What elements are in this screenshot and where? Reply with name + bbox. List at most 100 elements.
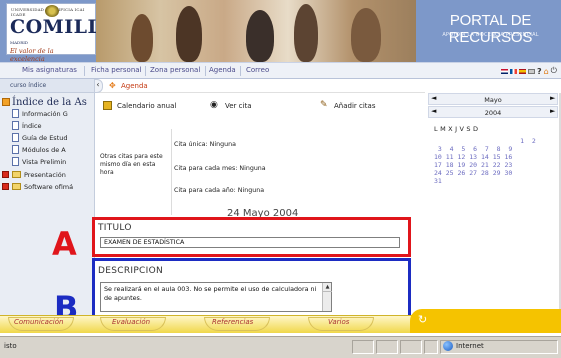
agenda-tab-label[interactable]: Agenda [121,82,148,90]
annotation-letter-a: A [52,225,77,263]
varios-tab[interactable]: Varios [328,318,349,326]
header-photo [96,0,416,62]
logo-slogan-line2: excelencia [10,55,45,62]
nav-icon-group: ? ⌂ ⏻ [500,66,557,76]
status-cell [424,340,438,354]
referencias-tab[interactable]: Referencias [212,318,253,326]
index-folder-icon [2,98,10,106]
tree-header-label[interactable]: curso índice [10,82,46,89]
cita-mes: Cita para cada mes: Ninguna [174,165,266,172]
calendar-year-header: ◄ 2004 ► [428,106,558,118]
university-logo[interactable]: UNIVERSIDAD PONTIFICIA ICAI ICADE COMILL… [6,3,130,62]
nav-separator [145,66,146,76]
nav-separator [205,66,206,76]
portal-title: PORTAL DE RECURSOS [448,12,533,46]
document-icon [12,121,19,130]
english-flag-icon[interactable] [500,68,508,74]
logo-slogan: MADRID El valor de la excelencia [10,38,54,62]
logo-slogan-line1: El valor de la [10,47,54,55]
nav-separator [84,66,85,76]
tree-item-label: Vista Prelimin [22,158,67,166]
folder-icon [12,171,21,178]
ver-cita-link[interactable]: Ver cita [225,102,251,110]
calendar-month: Mayo [484,96,502,104]
tree-item[interactable]: Vista Prelimin [0,157,94,167]
logo-city: MADRID [10,40,28,45]
calendar-weekdays: L M X J V S D [434,125,479,133]
annotation-box-b [92,258,411,321]
document-icon [12,109,19,118]
calendar-week-row[interactable]: 17 18 19 20 21 22 23 [434,161,512,169]
nav-correo[interactable]: Correo [246,66,269,74]
eye-icon[interactable]: ◉ [210,101,219,110]
calendar-week-row[interactable]: 24 25 26 27 28 29 30 [434,169,512,177]
divider [171,129,172,215]
tree-item[interactable]: Índice [0,121,94,131]
browser-status-bar: isto Internet [0,336,561,358]
calendario-anual-link[interactable]: Calendario anual [117,102,176,110]
collapse-arrow-icon[interactable]: ‹ [95,79,103,93]
document-icon [12,133,19,142]
calendar-week-row[interactable]: 10 11 12 13 14 15 16 [434,153,512,161]
next-year-icon[interactable]: ► [550,107,555,115]
french-flag-icon[interactable] [509,68,517,74]
calendar-week-row[interactable]: 3 4 5 6 7 8 9 [434,145,512,153]
tree-item-label: Índice [22,122,42,130]
next-month-icon[interactable]: ► [550,94,555,102]
expand-icon[interactable] [2,171,9,178]
tree-heading[interactable]: Índice de la As [12,97,87,108]
tree-header: curso índice [0,79,94,93]
comunicacion-tab[interactable]: Comunicación [14,318,63,326]
status-text: isto [4,342,17,350]
internet-globe-icon [443,341,453,351]
bottom-yellow-panel [410,309,561,333]
tree-item-label: Software ofimá [24,183,74,191]
cita-anio: Cita para cada año: Ninguna [174,187,265,194]
tree-item-label: Presentación [24,171,66,179]
status-cell [376,340,398,354]
mini-calendar: ◄ Mayo ► ◄ 2004 ► L M X J V S D 1 2 3 4 … [428,93,561,315]
nav-mis-asignaturas[interactable]: Mis asignaturas [22,66,77,74]
tree-item[interactable]: Presentación [0,170,94,180]
refresh-icon[interactable]: ↻ [418,313,427,326]
security-zone: Internet [456,342,484,350]
home-icon[interactable]: ⌂ [544,67,549,76]
nav-ficha-personal[interactable]: Ficha personal [91,66,142,74]
portal-subtitle: APOYO A LA DOCENCIA PRESENCIAL [442,32,539,38]
otras-citas-label: Otras citas para este mismo día en esta … [100,153,163,176]
agenda-icon: ✥ [109,81,116,90]
tree-item-label: Información G [22,110,68,118]
calendar-icon[interactable] [103,101,112,110]
agenda-tab: ‹ ✥ Agenda [95,79,425,93]
document-icon [12,157,19,166]
status-cell [352,340,374,354]
tree-item[interactable]: Información G [0,109,94,119]
nav-zona-personal[interactable]: Zona personal [150,66,200,74]
grid-icon[interactable] [527,68,535,74]
tree-item-label: Guía de Estud [22,134,68,142]
cita-unica: Cita única: Ninguna [174,141,236,148]
course-index-tree: curso índice Índice de la As Información… [0,79,95,315]
tree-item-label: Módulos de A [22,146,66,154]
calendar-month-header: ◄ Mayo ► [428,93,558,105]
nav-separator [240,66,241,76]
folder-icon [12,183,21,190]
help-icon[interactable]: ? [537,67,542,76]
status-cell [400,340,422,354]
tree-item[interactable]: Guía de Estud [0,133,94,143]
calendar-year: 2004 [484,109,502,117]
spanish-flag-icon[interactable] [518,68,526,74]
evaluacion-tab[interactable]: Evaluación [112,318,150,326]
anadir-citas-link[interactable]: Añadir citas [334,102,375,110]
expand-icon[interactable] [2,183,9,190]
tree-item[interactable]: Módulos de A [0,145,94,155]
main-nav: Mis asignaturas Ficha personal Zona pers… [0,62,561,79]
exit-icon[interactable]: ⏻ [551,66,557,76]
tree-item[interactable]: Software ofimá [0,182,94,192]
calendar-week-row[interactable]: 31 [434,177,442,185]
nav-agenda[interactable]: Agenda [209,66,236,74]
calendar-week-row[interactable]: 1 2 [434,137,536,145]
document-icon [12,145,19,154]
pencil-icon[interactable]: ✎ [320,101,329,110]
portal-header: UNIVERSIDAD PONTIFICIA ICAI ICADE COMILL… [0,0,561,62]
